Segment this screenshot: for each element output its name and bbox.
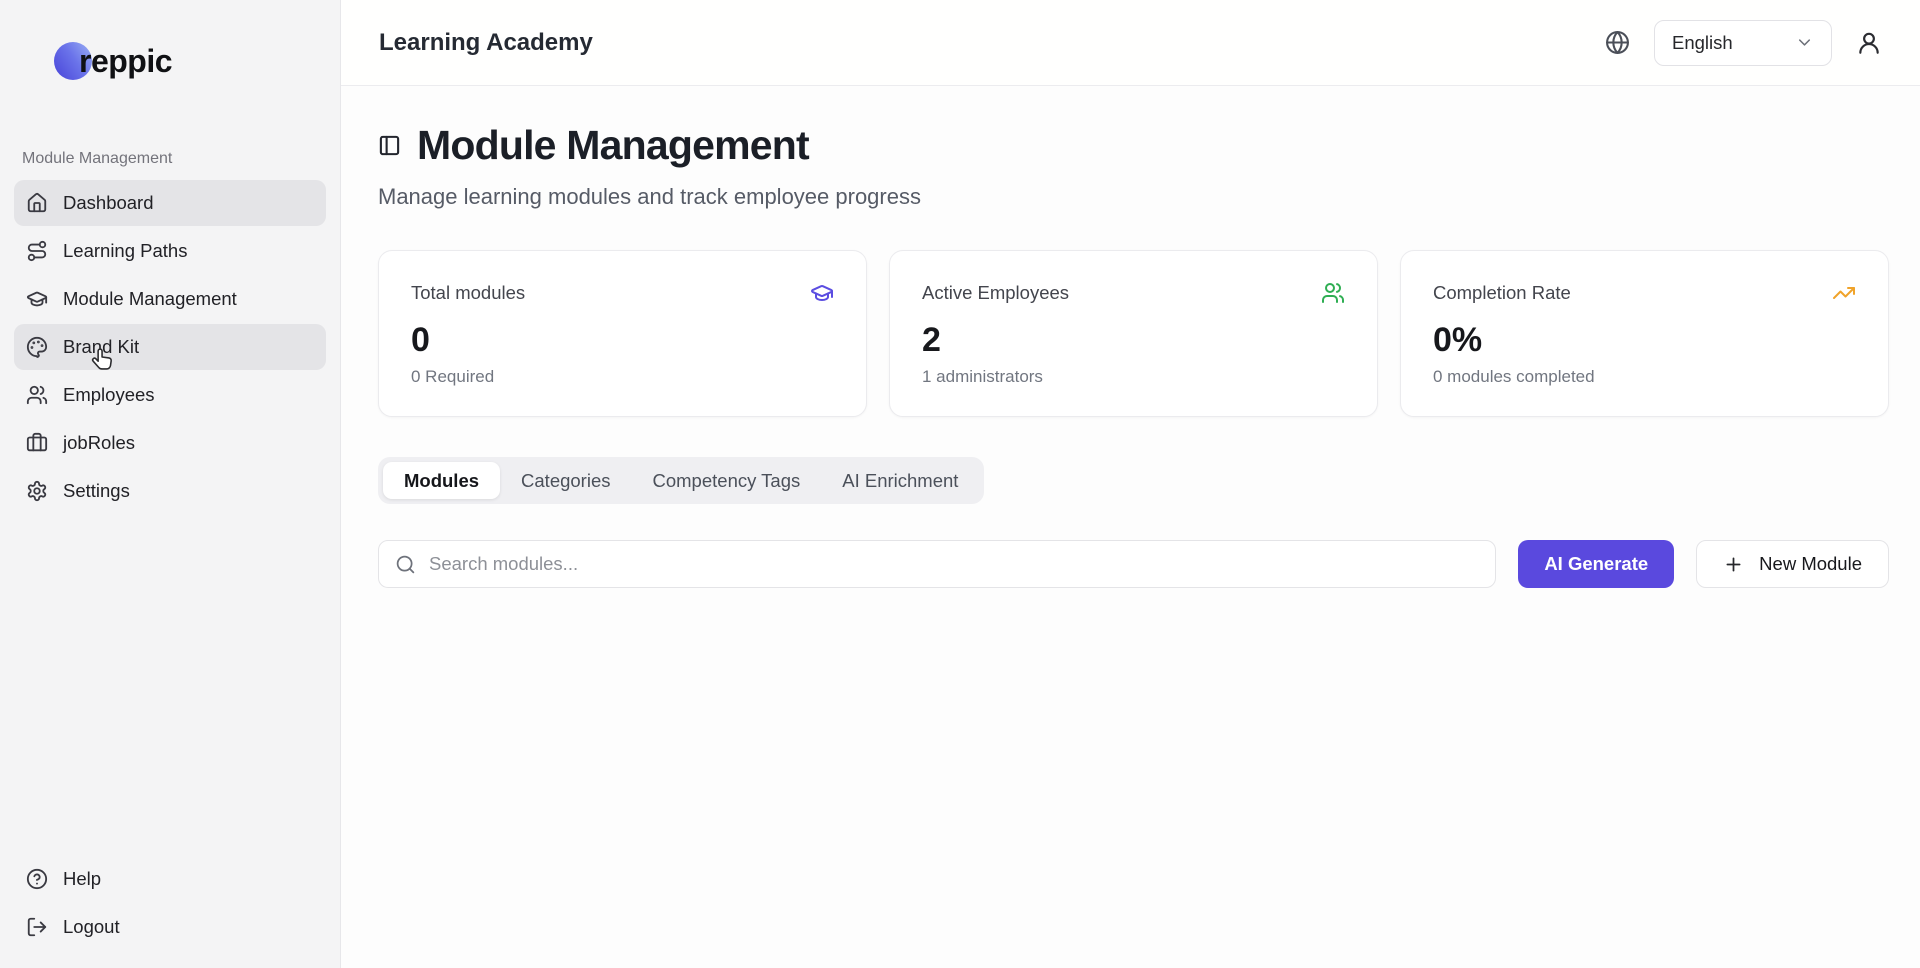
sidebar-item-label: Help (63, 868, 101, 890)
home-icon (26, 192, 48, 214)
sidebar-item-label: Learning Paths (63, 240, 187, 262)
stat-value: 0% (1433, 321, 1856, 360)
sidebar-item-label: jobRoles (63, 432, 135, 454)
sidebar-item-label: Dashboard (63, 192, 154, 214)
trending-up-icon (1832, 281, 1856, 305)
stat-label: Active Employees (922, 282, 1069, 304)
users-icon (26, 384, 48, 406)
sidebar-item-module-management[interactable]: Module Management (14, 276, 326, 322)
page-title: Module Management (417, 122, 809, 169)
route-icon (26, 240, 48, 262)
header-actions: English (1605, 20, 1882, 66)
help-circle-icon (26, 868, 48, 890)
language-select-value: English (1672, 32, 1733, 54)
search-box[interactable] (378, 540, 1496, 588)
brand-name: reppic (79, 43, 172, 80)
main-area: Learning Academy English Module Manageme… (341, 0, 1920, 968)
chevron-down-icon (1795, 33, 1814, 52)
sidebar-footer: Help Logout (0, 856, 340, 952)
stat-cards: Total modules 0 0 Required Active Employ… (378, 250, 1889, 417)
stat-label: Completion Rate (1433, 282, 1571, 304)
sidebar-item-settings[interactable]: Settings (14, 468, 326, 514)
app-title: Learning Academy (379, 29, 593, 57)
panel-left-icon[interactable] (378, 134, 401, 157)
tab-modules[interactable]: Modules (383, 462, 500, 499)
sidebar-item-employees[interactable]: Employees (14, 372, 326, 418)
top-header: Learning Academy English (341, 0, 1920, 86)
globe-icon[interactable] (1605, 30, 1630, 55)
stat-label: Total modules (411, 282, 525, 304)
stat-sub: 0 Required (411, 367, 834, 387)
sidebar-section-label: Module Management (22, 150, 340, 168)
plus-icon (1723, 554, 1744, 575)
module-toolbar: AI Generate New Module (378, 540, 1889, 588)
palette-icon (26, 336, 48, 358)
search-icon (395, 554, 416, 575)
stat-value: 0 (411, 321, 834, 360)
graduation-cap-icon (26, 288, 48, 310)
page-title-row: Module Management (378, 122, 1889, 169)
stat-card-completion-rate: Completion Rate 0% 0 modules completed (1400, 250, 1889, 417)
sidebar-item-label: Module Management (63, 288, 237, 310)
new-module-button[interactable]: New Module (1696, 540, 1889, 588)
tab-competency-tags[interactable]: Competency Tags (632, 462, 822, 499)
tab-categories[interactable]: Categories (500, 462, 631, 499)
tab-ai-enrichment[interactable]: AI Enrichment (821, 462, 979, 499)
sidebar-item-learning-paths[interactable]: Learning Paths (14, 228, 326, 274)
sidebar-item-label: Logout (63, 916, 120, 938)
language-select[interactable]: English (1654, 20, 1832, 66)
page-subtitle: Manage learning modules and track employ… (378, 184, 1889, 210)
brand-logo[interactable]: reppic (54, 42, 340, 80)
tab-bar: Modules Categories Competency Tags AI En… (378, 457, 984, 504)
sidebar-item-dashboard[interactable]: Dashboard (14, 180, 326, 226)
ai-generate-button[interactable]: AI Generate (1518, 540, 1674, 588)
sidebar-nav: Dashboard Learning Paths Module Manageme… (0, 180, 340, 516)
page-content: Module Management Manage learning module… (341, 86, 1920, 968)
user-icon[interactable] (1856, 30, 1882, 56)
stat-card-total-modules: Total modules 0 0 Required (378, 250, 867, 417)
sidebar-item-help[interactable]: Help (14, 856, 326, 902)
logout-icon (26, 916, 48, 938)
stat-sub: 0 modules completed (1433, 367, 1856, 387)
sidebar: reppic Module Management Dashboard Learn… (0, 0, 341, 968)
stat-card-active-employees: Active Employees 2 1 administrators (889, 250, 1378, 417)
sidebar-item-logout[interactable]: Logout (14, 904, 326, 950)
sidebar-item-brand-kit[interactable]: Brand Kit (14, 324, 326, 370)
search-input[interactable] (429, 553, 1479, 575)
sidebar-item-label: Employees (63, 384, 155, 406)
sidebar-item-jobroles[interactable]: jobRoles (14, 420, 326, 466)
graduation-cap-icon (810, 281, 834, 305)
new-module-button-label: New Module (1759, 553, 1862, 575)
stat-sub: 1 administrators (922, 367, 1345, 387)
users-icon (1321, 281, 1345, 305)
stat-value: 2 (922, 321, 1345, 360)
briefcase-icon (26, 432, 48, 454)
gear-icon (26, 480, 48, 502)
sidebar-item-label: Brand Kit (63, 336, 139, 358)
sidebar-item-label: Settings (63, 480, 130, 502)
